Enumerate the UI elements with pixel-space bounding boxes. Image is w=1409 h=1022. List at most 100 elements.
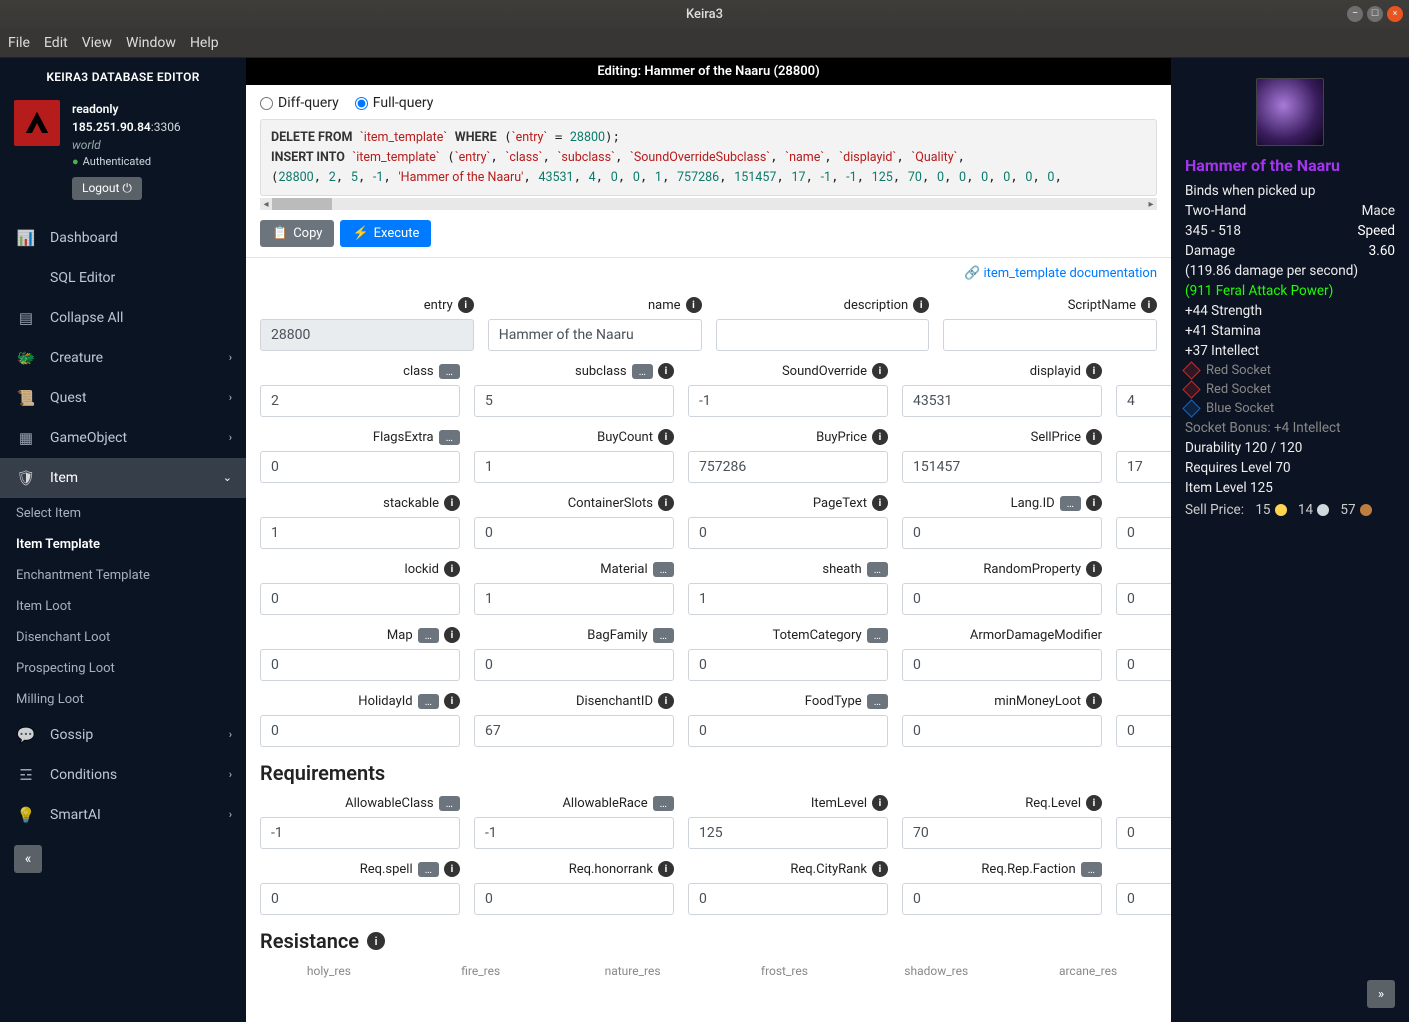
info-icon[interactable]: i: [872, 363, 888, 379]
info-icon[interactable]: i: [658, 693, 674, 709]
input-scriptname[interactable]: [943, 319, 1157, 351]
input-description[interactable]: [716, 319, 930, 351]
sidebar-item-dashboard[interactable]: 📊Dashboard: [0, 218, 246, 258]
picker-button[interactable]: …: [418, 628, 439, 643]
menu-window[interactable]: Window: [126, 35, 176, 51]
menu-file[interactable]: File: [8, 35, 30, 51]
input-soundoverride[interactable]: [688, 385, 888, 417]
info-icon[interactable]: i: [1086, 693, 1102, 709]
info-icon[interactable]: i: [1141, 297, 1157, 313]
info-icon[interactable]: i: [444, 627, 460, 643]
input-minmoneyloot[interactable]: [902, 715, 1102, 747]
input-inventorytype[interactable]: [1116, 451, 1171, 483]
input-containerslots[interactable]: [474, 517, 674, 549]
info-icon[interactable]: i: [1086, 429, 1102, 445]
sidebar-item-creature[interactable]: 🐲Creature›: [0, 338, 246, 378]
info-icon[interactable]: i: [913, 297, 929, 313]
full-query-radio[interactable]: Full-query: [355, 95, 434, 111]
info-icon[interactable]: i: [686, 297, 702, 313]
sidebar-item-smartai[interactable]: 💡SmartAI›: [0, 795, 246, 835]
picker-button[interactable]: …: [632, 364, 653, 379]
info-icon[interactable]: i: [658, 363, 674, 379]
logout-button[interactable]: Logout ⏻: [72, 177, 142, 200]
picker-button[interactable]: …: [653, 796, 674, 811]
info-icon[interactable]: i: [367, 932, 385, 950]
input-lang-id[interactable]: [902, 517, 1102, 549]
sidebar-item-gossip[interactable]: 💬Gossip›: [0, 715, 246, 755]
input-pagetext[interactable]: [688, 517, 888, 549]
input-req-honorrank[interactable]: [474, 883, 674, 915]
sidebar-subitem-item-template[interactable]: Item Template: [0, 529, 246, 560]
sidebar-item-conditions[interactable]: ☲Conditions›: [0, 755, 246, 795]
input-subclass[interactable]: [474, 385, 674, 417]
input-buyprice[interactable]: [688, 451, 888, 483]
window-minimize-button[interactable]: –: [1347, 6, 1363, 22]
input-allowablerace[interactable]: [474, 817, 674, 849]
input-stackable[interactable]: [260, 517, 460, 549]
input-material[interactable]: [474, 583, 674, 615]
picker-button[interactable]: …: [1060, 496, 1081, 511]
input-name[interactable]: [488, 319, 702, 351]
picker-button[interactable]: …: [653, 562, 674, 577]
picker-button[interactable]: …: [867, 628, 888, 643]
input-lockid[interactable]: [260, 583, 460, 615]
picker-button[interactable]: …: [418, 694, 439, 709]
input-req-rep-faction[interactable]: [902, 883, 1102, 915]
info-icon[interactable]: i: [444, 495, 460, 511]
input-armordamagemodifier[interactable]: [902, 649, 1102, 681]
input-map[interactable]: [260, 649, 460, 681]
window-maximize-button[interactable]: ☐: [1367, 6, 1383, 22]
input-sheath[interactable]: [688, 583, 888, 615]
picker-button[interactable]: …: [439, 796, 460, 811]
input-req-spell[interactable]: [260, 883, 460, 915]
sidebar-subitem-prospecting-loot[interactable]: Prospecting Loot: [0, 653, 246, 684]
sidebar-subitem-enchantment-template[interactable]: Enchantment Template: [0, 560, 246, 591]
input-itemlevel[interactable]: [688, 817, 888, 849]
sidebar-item-gameobject[interactable]: ▦GameObject›: [0, 418, 246, 458]
input-randomproperty[interactable]: [902, 583, 1102, 615]
input-maxmoneyloot[interactable]: [1116, 715, 1171, 747]
sidebar-subitem-item-loot[interactable]: Item Loot: [0, 591, 246, 622]
input-quality[interactable]: [1116, 385, 1171, 417]
input-req-skill[interactable]: [1116, 817, 1171, 849]
input-duration[interactable]: [1116, 649, 1171, 681]
sidebar-item-quest[interactable]: 📜Quest›: [0, 378, 246, 418]
info-icon[interactable]: i: [444, 561, 460, 577]
picker-button[interactable]: …: [867, 562, 888, 577]
info-icon[interactable]: i: [1086, 363, 1102, 379]
input-disenchantid[interactable]: [474, 715, 674, 747]
preview-collapse-button[interactable]: »: [1367, 980, 1395, 1008]
input-req-rep-rank[interactable]: [1116, 883, 1171, 915]
menu-view[interactable]: View: [82, 35, 112, 51]
picker-button[interactable]: …: [439, 430, 460, 445]
copy-button[interactable]: 📋 Copy: [260, 220, 334, 247]
input-flagsextra[interactable]: [260, 451, 460, 483]
sidebar-subitem-select-item[interactable]: Select Item: [0, 498, 246, 529]
input-displayid[interactable]: [902, 385, 1102, 417]
input-foodtype[interactable]: [688, 715, 888, 747]
input-bagfamily[interactable]: [474, 649, 674, 681]
info-icon[interactable]: i: [444, 693, 460, 709]
info-icon[interactable]: i: [658, 429, 674, 445]
input-randomsuffix[interactable]: [1116, 583, 1171, 615]
sidebar-collapse-button[interactable]: «: [14, 845, 42, 873]
info-icon[interactable]: i: [458, 297, 474, 313]
input-sellprice[interactable]: [902, 451, 1102, 483]
documentation-link[interactable]: 🔗 item_template documentation: [964, 266, 1157, 281]
picker-button[interactable]: …: [439, 364, 460, 379]
input-class[interactable]: [260, 385, 460, 417]
sql-preview[interactable]: DELETE FROM `item_template` WHERE (`entr…: [260, 119, 1157, 196]
info-icon[interactable]: i: [1086, 495, 1102, 511]
sidebar-subitem-milling-loot[interactable]: Milling Loot: [0, 684, 246, 715]
info-icon[interactable]: i: [658, 495, 674, 511]
input-entry[interactable]: [260, 319, 474, 351]
execute-button[interactable]: ⚡ Execute: [340, 220, 431, 247]
input-req-cityrank[interactable]: [688, 883, 888, 915]
picker-button[interactable]: …: [418, 862, 439, 877]
info-icon[interactable]: i: [872, 861, 888, 877]
info-icon[interactable]: i: [658, 861, 674, 877]
window-close-button[interactable]: ×: [1387, 6, 1403, 22]
menu-help[interactable]: Help: [190, 35, 219, 51]
info-icon[interactable]: i: [872, 429, 888, 445]
info-icon[interactable]: i: [872, 495, 888, 511]
